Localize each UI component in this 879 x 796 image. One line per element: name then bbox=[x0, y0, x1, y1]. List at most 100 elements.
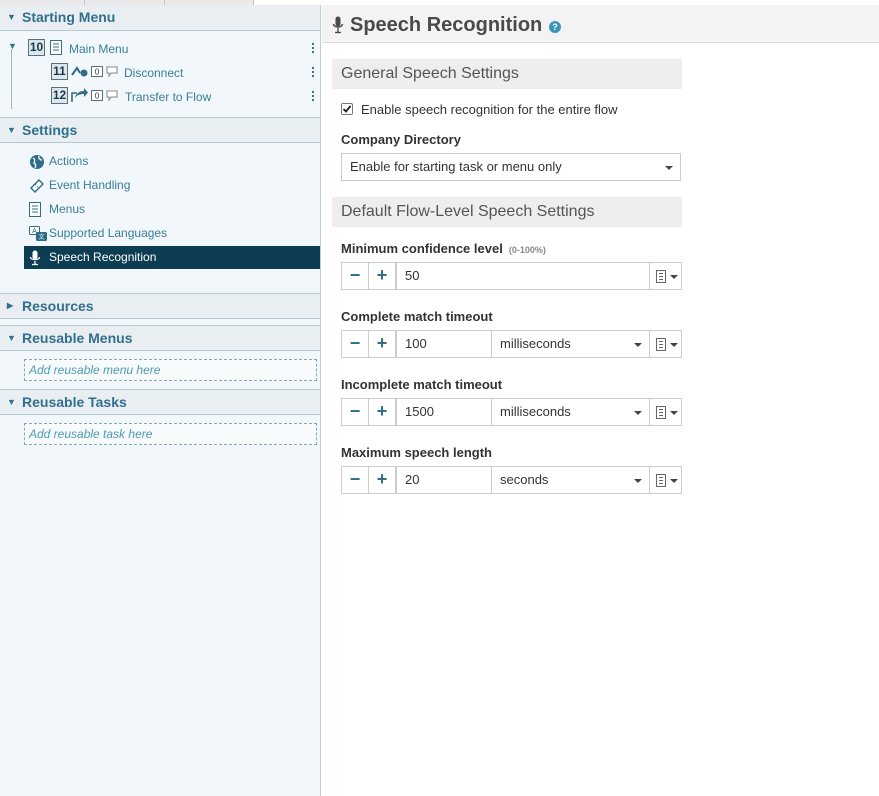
list-icon bbox=[29, 202, 45, 217]
add-reusable-task-dropzone[interactable]: Add reusable task here bbox=[24, 423, 317, 445]
tree-item-disconnect[interactable]: 11 0 Disconnect bbox=[0, 62, 320, 84]
general-settings-heading: General Speech Settings bbox=[332, 59, 682, 89]
document-icon bbox=[656, 338, 666, 351]
decrement-button[interactable]: − bbox=[341, 398, 369, 426]
chevron-down-icon bbox=[665, 166, 673, 170]
sidebar-item-speech-recognition[interactable]: Speech Recognition bbox=[24, 246, 320, 269]
incomplete-timeout-input[interactable]: 1500 bbox=[396, 398, 492, 426]
language-icon: A文 bbox=[29, 226, 47, 241]
sidebar-item-label: Event Handling bbox=[49, 178, 131, 192]
dtmf-key-icon: 0 bbox=[91, 66, 103, 80]
sidebar-item-label: Speech Recognition bbox=[49, 250, 157, 264]
flow-sidebar: ▼ Starting Menu ▼ 10 Main Menu 11 0 Disc… bbox=[0, 5, 321, 796]
globe-icon bbox=[29, 154, 45, 169]
min-confidence-label: Minimum confidence level (0-100%) bbox=[341, 241, 546, 256]
tree-item-transfer-to-flow[interactable]: 12 0 Transfer to Flow bbox=[0, 86, 320, 108]
help-icon[interactable]: ? bbox=[549, 21, 561, 33]
decrement-button[interactable]: − bbox=[341, 466, 369, 494]
speech-bubble-icon bbox=[106, 66, 118, 80]
select-value: seconds bbox=[500, 472, 549, 487]
variable-menu-button[interactable] bbox=[649, 262, 682, 290]
resources-title: Resources bbox=[22, 298, 94, 314]
max-speech-label: Maximum speech length bbox=[341, 445, 492, 460]
company-directory-label: Company Directory bbox=[341, 132, 461, 147]
increment-button[interactable]: + bbox=[368, 466, 396, 494]
tree-item-main-menu[interactable]: ▼ 10 Main Menu bbox=[0, 38, 320, 60]
collapse-triangle-icon[interactable]: ▼ bbox=[7, 326, 16, 350]
resources-header[interactable]: ▶ Resources bbox=[0, 293, 320, 319]
company-directory-select[interactable]: Enable for starting task or menu only bbox=[341, 153, 681, 181]
incomplete-timeout-unit-select[interactable]: milliseconds bbox=[491, 398, 650, 426]
menu-list-icon bbox=[50, 40, 62, 58]
reusable-tasks-list: Add reusable task here bbox=[0, 415, 320, 796]
tree-item-label: Disconnect bbox=[124, 66, 184, 80]
add-reusable-menu-dropzone[interactable]: Add reusable menu here bbox=[24, 359, 317, 381]
max-speech-input[interactable]: 20 bbox=[396, 466, 492, 494]
more-options-icon[interactable] bbox=[312, 43, 315, 55]
increment-button[interactable]: + bbox=[368, 330, 396, 358]
transfer-icon bbox=[71, 87, 89, 106]
variable-menu-button[interactable] bbox=[649, 398, 682, 426]
select-value: milliseconds bbox=[500, 404, 571, 419]
decrement-button[interactable]: − bbox=[341, 262, 369, 290]
chevron-down-icon bbox=[634, 411, 642, 415]
sidebar-item-supported-languages[interactable]: A文 Supported Languages bbox=[24, 222, 320, 245]
enable-speech-label: Enable speech recognition for the entire… bbox=[361, 102, 618, 117]
enable-speech-checkbox[interactable] bbox=[341, 103, 353, 115]
starting-menu-title: Starting Menu bbox=[22, 9, 116, 25]
settings-title: Settings bbox=[22, 122, 78, 138]
select-value: Enable for starting task or menu only bbox=[350, 159, 562, 174]
chevron-down-icon bbox=[634, 479, 642, 483]
tree-item-label: Transfer to Flow bbox=[125, 90, 212, 104]
sidebar-item-label: Supported Languages bbox=[49, 226, 168, 240]
max-speech-unit-select[interactable]: seconds bbox=[491, 466, 650, 494]
reusable-tasks-header[interactable]: ▼ Reusable Tasks bbox=[0, 389, 320, 415]
chevron-down-icon bbox=[670, 275, 678, 279]
node-number-badge: 12 bbox=[51, 87, 68, 104]
variable-menu-button[interactable] bbox=[649, 330, 682, 358]
ticket-icon bbox=[29, 178, 45, 193]
expand-triangle-icon[interactable]: ▼ bbox=[8, 41, 17, 51]
incomplete-timeout-label: Incomplete match timeout bbox=[341, 377, 503, 392]
collapse-triangle-icon[interactable]: ▼ bbox=[7, 5, 16, 29]
increment-button[interactable]: + bbox=[368, 262, 396, 290]
chevron-down-icon bbox=[670, 343, 678, 347]
more-options-icon[interactable] bbox=[312, 91, 315, 103]
increment-button[interactable]: + bbox=[368, 398, 396, 426]
reusable-tasks-title: Reusable Tasks bbox=[22, 394, 127, 410]
min-confidence-input[interactable]: 50 bbox=[396, 262, 650, 290]
complete-timeout-label: Complete match timeout bbox=[341, 309, 493, 324]
document-icon bbox=[656, 406, 666, 419]
reusable-menus-list: Add reusable menu here bbox=[0, 351, 320, 389]
settings-panel: Speech Recognition ? General Speech Sett… bbox=[322, 5, 879, 796]
node-number-badge: 11 bbox=[51, 63, 68, 80]
sidebar-item-event-handling[interactable]: Event Handling bbox=[24, 174, 320, 197]
default-settings-heading: Default Flow-Level Speech Settings bbox=[332, 197, 682, 227]
document-icon bbox=[656, 270, 666, 283]
dtmf-key-icon: 0 bbox=[91, 90, 103, 104]
collapse-triangle-icon[interactable]: ▼ bbox=[7, 390, 16, 414]
decrement-button[interactable]: − bbox=[341, 330, 369, 358]
starting-menu-tree: ▼ 10 Main Menu 11 0 Disconnect 12 0 Tran… bbox=[0, 31, 320, 117]
svg-text:0: 0 bbox=[95, 92, 100, 101]
complete-timeout-input[interactable]: 100 bbox=[396, 330, 492, 358]
complete-timeout-unit-select[interactable]: milliseconds bbox=[491, 330, 650, 358]
settings-header[interactable]: ▼ Settings bbox=[0, 117, 320, 143]
more-options-icon[interactable] bbox=[312, 67, 315, 79]
expand-triangle-icon[interactable]: ▶ bbox=[7, 294, 13, 318]
sidebar-item-actions[interactable]: Actions bbox=[24, 150, 320, 173]
speech-bubble-icon bbox=[106, 90, 118, 104]
svg-text:文: 文 bbox=[38, 233, 44, 241]
microphone-icon bbox=[29, 250, 45, 266]
reusable-menus-header[interactable]: ▼ Reusable Menus bbox=[0, 325, 320, 351]
reusable-menus-title: Reusable Menus bbox=[22, 330, 133, 346]
collapse-triangle-icon[interactable]: ▼ bbox=[7, 118, 16, 142]
sidebar-item-menus[interactable]: Menus bbox=[24, 198, 320, 221]
settings-list: Actions Event Handling Menus A文 Supporte… bbox=[0, 143, 320, 291]
page-title: Speech Recognition bbox=[350, 14, 543, 36]
variable-menu-button[interactable] bbox=[649, 466, 682, 494]
svg-text:0: 0 bbox=[95, 68, 100, 77]
select-value: milliseconds bbox=[500, 336, 571, 351]
starting-menu-header[interactable]: ▼ Starting Menu bbox=[0, 5, 320, 31]
min-confidence-hint: (0-100%) bbox=[508, 245, 546, 255]
